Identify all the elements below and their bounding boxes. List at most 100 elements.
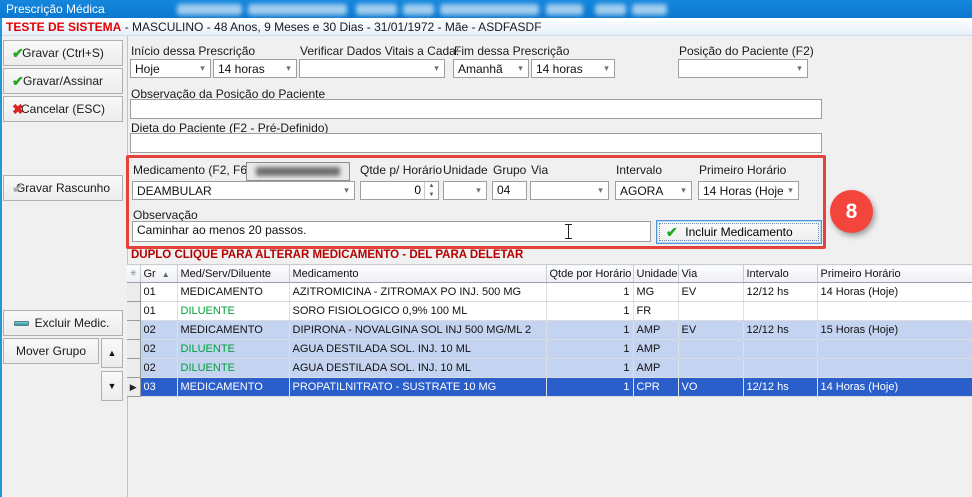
table-row[interactable]: 02MEDICAMENTODIPIRONA - NOVALGINA SOL IN… — [127, 321, 972, 340]
grupo-label: Grupo — [493, 163, 526, 177]
row-selector[interactable] — [127, 359, 140, 378]
move-group-button[interactable]: Mover Grupo — [3, 338, 99, 364]
cell-via — [678, 302, 743, 321]
inicio-time-select[interactable]: 14 horas▾ — [213, 59, 297, 78]
check-icon: ✔ — [12, 46, 24, 60]
cell-via — [678, 340, 743, 359]
save-sign-button[interactable]: ✔ Gravar/Assinar — [3, 68, 123, 94]
save-button[interactable]: ✔ Gravar (Ctrl+S) — [3, 40, 123, 66]
cell-primeiro — [817, 359, 972, 378]
vitais-label: Verificar Dados Vitais a Cada: — [300, 44, 459, 58]
row-selector[interactable] — [127, 321, 140, 340]
header-intervalo[interactable]: Intervalo — [743, 265, 817, 283]
patient-details: - MASCULINO - 48 Anos, 9 Meses e 30 Dias… — [121, 20, 541, 34]
spin-up-icon[interactable]: ▲ — [425, 182, 438, 191]
text-cursor — [564, 224, 573, 239]
row-selector[interactable] — [127, 340, 140, 359]
cell-unidade: AMP — [633, 321, 678, 340]
header-via[interactable]: Via — [678, 265, 743, 283]
fim-day-select[interactable]: Amanhã▾ — [453, 59, 529, 78]
sort-asc-icon: ▲ — [162, 270, 170, 279]
check-icon: ✔ — [12, 181, 24, 195]
save-sign-button-label: Gravar/Assinar — [23, 74, 103, 88]
chevron-down-icon: ▾ — [593, 185, 608, 196]
header-primeiro[interactable]: Primeiro Horário — [817, 265, 972, 283]
cell-primeiro: 15 Horas (Hoje) — [817, 321, 972, 340]
patient-name: TESTE DE SISTEMA — [6, 20, 121, 34]
primeiro-horario-select[interactable]: 14 Horas (Hoje)▾ — [698, 181, 799, 200]
move-down-button[interactable]: ▼ — [101, 371, 123, 401]
posicao-select[interactable]: ▾ — [678, 59, 808, 78]
incluir-medicamento-button[interactable]: ✔ Incluir Medicamento — [656, 220, 822, 244]
chevron-down-icon: ▾ — [429, 63, 444, 74]
cell-unidade: MG — [633, 283, 678, 302]
cell-medicamento: PROPATILNITRATO - SUSTRATE 10 MG — [289, 378, 546, 397]
cell-tipo: DILUENTE — [177, 340, 289, 359]
spin-down-icon[interactable]: ▼ — [425, 191, 438, 200]
row-selector[interactable] — [127, 302, 140, 321]
header-tipo[interactable]: Med/Serv/Diluente — [177, 265, 289, 283]
chevron-down-icon: ▾ — [792, 63, 807, 74]
redacted-title-text — [546, 4, 583, 15]
table-row[interactable]: 02DILUENTEAGUA DESTILADA SOL. INJ. 10 ML… — [127, 359, 972, 378]
table-caption: DUPLO CLIQUE PARA ALTERAR MEDICAMENTO - … — [131, 249, 523, 261]
check-icon: ✔ — [12, 74, 24, 88]
redacted-title-text — [440, 4, 539, 15]
row-pointer-icon[interactable]: ▶ — [127, 378, 140, 397]
window-title: Prescrição Médica — [6, 2, 105, 16]
chevron-down-icon: ▾ — [599, 63, 614, 74]
cell-gr: 01 — [140, 302, 177, 321]
table-row[interactable]: 01MEDICAMENTOAZITROMICINA - ZITROMAX PO … — [127, 283, 972, 302]
vitais-select[interactable]: ▾ — [299, 59, 445, 78]
cell-via — [678, 359, 743, 378]
cell-tipo: DILUENTE — [177, 302, 289, 321]
observacao-input[interactable]: Caminhar ao menos 20 passos. — [132, 221, 651, 242]
cell-tipo: DILUENTE — [177, 359, 289, 378]
table-row[interactable]: 02DILUENTEAGUA DESTILADA SOL. INJ. 10 ML… — [127, 340, 972, 359]
title-bar: Prescrição Médica — [0, 0, 972, 18]
cell-tipo: MEDICAMENTO — [177, 378, 289, 397]
qtde-stepper[interactable]: 0 ▲ ▼ — [360, 181, 439, 200]
chevron-down-icon: ▾ — [339, 185, 354, 196]
table-row[interactable]: 01DILUENTESORO FISIOLOGICO 0,9% 100 ML1F… — [127, 302, 972, 321]
cell-via: VO — [678, 378, 743, 397]
cell-qtde: 1 — [546, 321, 633, 340]
grupo-input[interactable]: 04 — [492, 181, 527, 200]
header-unidade[interactable]: Unidade — [633, 265, 678, 283]
header-qtde[interactable]: Qtde por Horário — [546, 265, 633, 283]
window-left-border — [0, 18, 2, 497]
dieta-input[interactable] — [130, 133, 822, 153]
cell-qtde: 1 — [546, 359, 633, 378]
header-gr[interactable]: Gr▲ — [140, 265, 177, 283]
intervalo-label: Intervalo — [616, 163, 662, 177]
chevron-down-icon: ▾ — [281, 63, 296, 74]
medicamento-label: Medicamento (F2, F6) — [133, 163, 251, 177]
delete-med-button[interactable]: Excluir Medic. — [3, 310, 123, 336]
redacted-button[interactable] — [246, 162, 350, 181]
unidade-select[interactable]: ▾ — [443, 181, 487, 200]
medications-table: ✳ Gr▲ Med/Serv/Diluente Medicamento Qtde… — [127, 264, 972, 397]
cell-tipo: MEDICAMENTO — [177, 321, 289, 340]
via-select[interactable]: ▾ — [530, 181, 609, 200]
save-draft-button[interactable]: ✔ Gravar Rascunho — [3, 175, 123, 201]
inicio-day-select[interactable]: Hoje▾ — [130, 59, 211, 78]
grid-asterisk-icon: ✳ — [127, 265, 140, 283]
chevron-down-icon: ▾ — [195, 63, 210, 74]
medicamento-select[interactable]: DEAMBULAR▾ — [132, 181, 355, 200]
move-up-button[interactable]: ▲ — [101, 338, 123, 368]
table-row[interactable]: ▶03MEDICAMENTOPROPATILNITRATO - SUSTRATE… — [127, 378, 972, 397]
row-selector[interactable] — [127, 283, 140, 302]
table-header-row: ✳ Gr▲ Med/Serv/Diluente Medicamento Qtde… — [127, 265, 972, 283]
primeiro-horario-label: Primeiro Horário — [699, 163, 786, 177]
observacao-label: Observação — [133, 208, 198, 222]
obs-posicao-input[interactable] — [130, 99, 822, 119]
cancel-button-label: Cancelar (ESC) — [21, 102, 105, 116]
cell-gr: 02 — [140, 359, 177, 378]
cancel-button[interactable]: ✖ Cancelar (ESC) — [3, 96, 123, 122]
cell-gr: 01 — [140, 283, 177, 302]
redacted-title-text — [356, 4, 397, 15]
cell-primeiro — [817, 302, 972, 321]
header-medicamento[interactable]: Medicamento — [289, 265, 546, 283]
intervalo-select[interactable]: AGORA▾ — [615, 181, 692, 200]
fim-time-select[interactable]: 14 horas▾ — [531, 59, 615, 78]
